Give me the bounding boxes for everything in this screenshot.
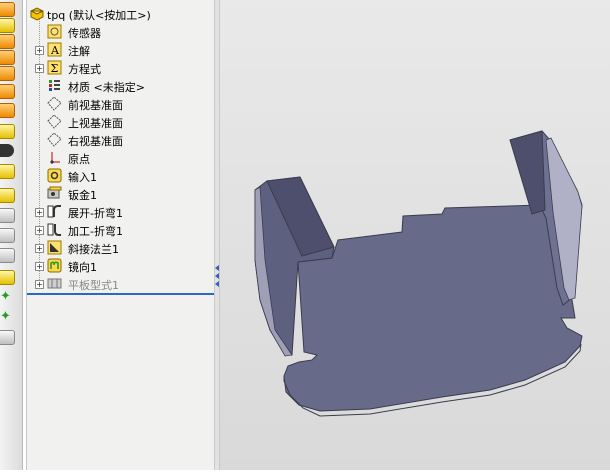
tree-root-part[interactable]: tpq (默认<按加工>): [27, 5, 215, 23]
expand-plus-icon[interactable]: +: [35, 262, 44, 271]
toolbar-button-11[interactable]: [0, 188, 15, 203]
expand-plus-icon[interactable]: +: [35, 244, 44, 253]
expand-plus-icon[interactable]: +: [35, 226, 44, 235]
material-icon: [47, 78, 62, 93]
tree-item-3[interactable]: + Σ 方程式: [27, 59, 215, 77]
miter-flange-icon: [47, 240, 62, 255]
tree-item-10[interactable]: 钣金1: [27, 185, 215, 203]
plane-icon: [47, 114, 62, 129]
graphics-viewport[interactable]: [220, 0, 610, 470]
tree-item-9[interactable]: 输入1: [27, 167, 215, 185]
imported-body-icon: [47, 168, 62, 183]
tree-item-label: 输入1: [68, 171, 97, 184]
tree-item-11[interactable]: + 展开-折弯1: [27, 203, 215, 221]
tree-item-label: 注解: [68, 45, 90, 58]
feature-manager-tree: tpq (默认<按加工>) 传感器 + A 注解 + Σ 方程式材质 <未指定> 前视基准面上视…: [26, 0, 215, 470]
toolbar-button-16[interactable]: ✦: [0, 290, 14, 303]
tree-item-label: 前视基准面: [68, 99, 123, 112]
plane-icon: [47, 96, 62, 111]
toolbar-button-12[interactable]: [0, 208, 15, 223]
tree-item-label: 斜接法兰1: [68, 243, 119, 256]
tree-item-7[interactable]: 右视基准面: [27, 131, 215, 149]
tree-item-label: 右视基准面: [68, 135, 123, 148]
left-command-toolbar: ✦ ✦: [0, 0, 23, 470]
tree-item-14[interactable]: + 镜向1: [27, 257, 215, 275]
toolbar-button-18[interactable]: [0, 330, 15, 345]
sheet-metal-icon: [47, 186, 62, 201]
svg-text:Σ: Σ: [51, 62, 59, 75]
tree-item-5[interactable]: 前视基准面: [27, 95, 215, 113]
toolbar-button-9[interactable]: [0, 144, 14, 157]
tree-root-label: tpq (默认<按加工>): [47, 9, 151, 22]
part-icon: [29, 6, 44, 21]
equation-icon: Σ: [47, 60, 62, 75]
toolbar-button-17[interactable]: ✦: [0, 310, 14, 323]
toolbar-button-3[interactable]: [0, 34, 15, 49]
toolbar-button-7[interactable]: [0, 103, 15, 118]
tree-item-label: 材质 <未指定>: [68, 81, 145, 94]
toolbar-button-1[interactable]: [0, 2, 15, 17]
toolbar-button-5[interactable]: [0, 66, 15, 81]
toolbar-button-8[interactable]: [0, 124, 15, 139]
tree-item-label: 展开-折弯1: [68, 207, 123, 220]
expand-plus-icon[interactable]: +: [35, 208, 44, 217]
process-bend-icon: [47, 222, 62, 237]
sheet-metal-part-model[interactable]: [220, 0, 610, 470]
toolbar-button-6[interactable]: [0, 84, 15, 99]
tree-empty-area: [27, 295, 215, 470]
toolbar-button-15[interactable]: [0, 270, 15, 285]
tree-item-8[interactable]: 原点: [27, 149, 215, 167]
expand-plus-icon[interactable]: +: [35, 46, 44, 55]
flat-pattern-icon: [47, 276, 62, 291]
toolbar-button-13[interactable]: [0, 228, 15, 243]
toolbar-button-14[interactable]: [0, 248, 15, 263]
tree-item-4[interactable]: 材质 <未指定>: [27, 77, 215, 95]
expand-plus-icon[interactable]: +: [35, 64, 44, 73]
tree-item-6[interactable]: 上视基准面: [27, 113, 215, 131]
tree-item-1[interactable]: 传感器: [27, 23, 215, 41]
tree-item-label: 传感器: [68, 27, 101, 40]
toolbar-button-2[interactable]: [0, 18, 15, 33]
toolbar-button-4[interactable]: [0, 50, 15, 65]
sensor-icon: [47, 24, 62, 39]
tree-item-12[interactable]: + 加工-折弯1: [27, 221, 215, 239]
tree-item-label: 镜向1: [68, 261, 97, 274]
unfold-bend-icon: [47, 204, 62, 219]
plane-icon: [47, 132, 62, 147]
tree-item-13[interactable]: + 斜接法兰1: [27, 239, 215, 257]
origin-icon: [47, 150, 62, 165]
tree-item-label: 加工-折弯1: [68, 225, 123, 238]
toolbar-button-10[interactable]: [0, 164, 15, 179]
tree-item-label: 上视基准面: [68, 117, 123, 130]
tree-item-label: 平板型式1: [68, 279, 119, 292]
tree-item-label: 方程式: [68, 63, 101, 76]
annotation-icon: A: [47, 42, 62, 57]
part-right-flange-top: [509, 130, 546, 215]
expand-plus-icon[interactable]: +: [35, 280, 44, 289]
svg-text:A: A: [50, 44, 60, 57]
mirror-icon: [47, 258, 62, 273]
tree-item-label: 原点: [68, 153, 90, 166]
tree-item-label: 钣金1: [68, 189, 97, 202]
tree-item-15[interactable]: + 平板型式1: [27, 275, 215, 293]
tree-item-2[interactable]: + A 注解: [27, 41, 215, 59]
